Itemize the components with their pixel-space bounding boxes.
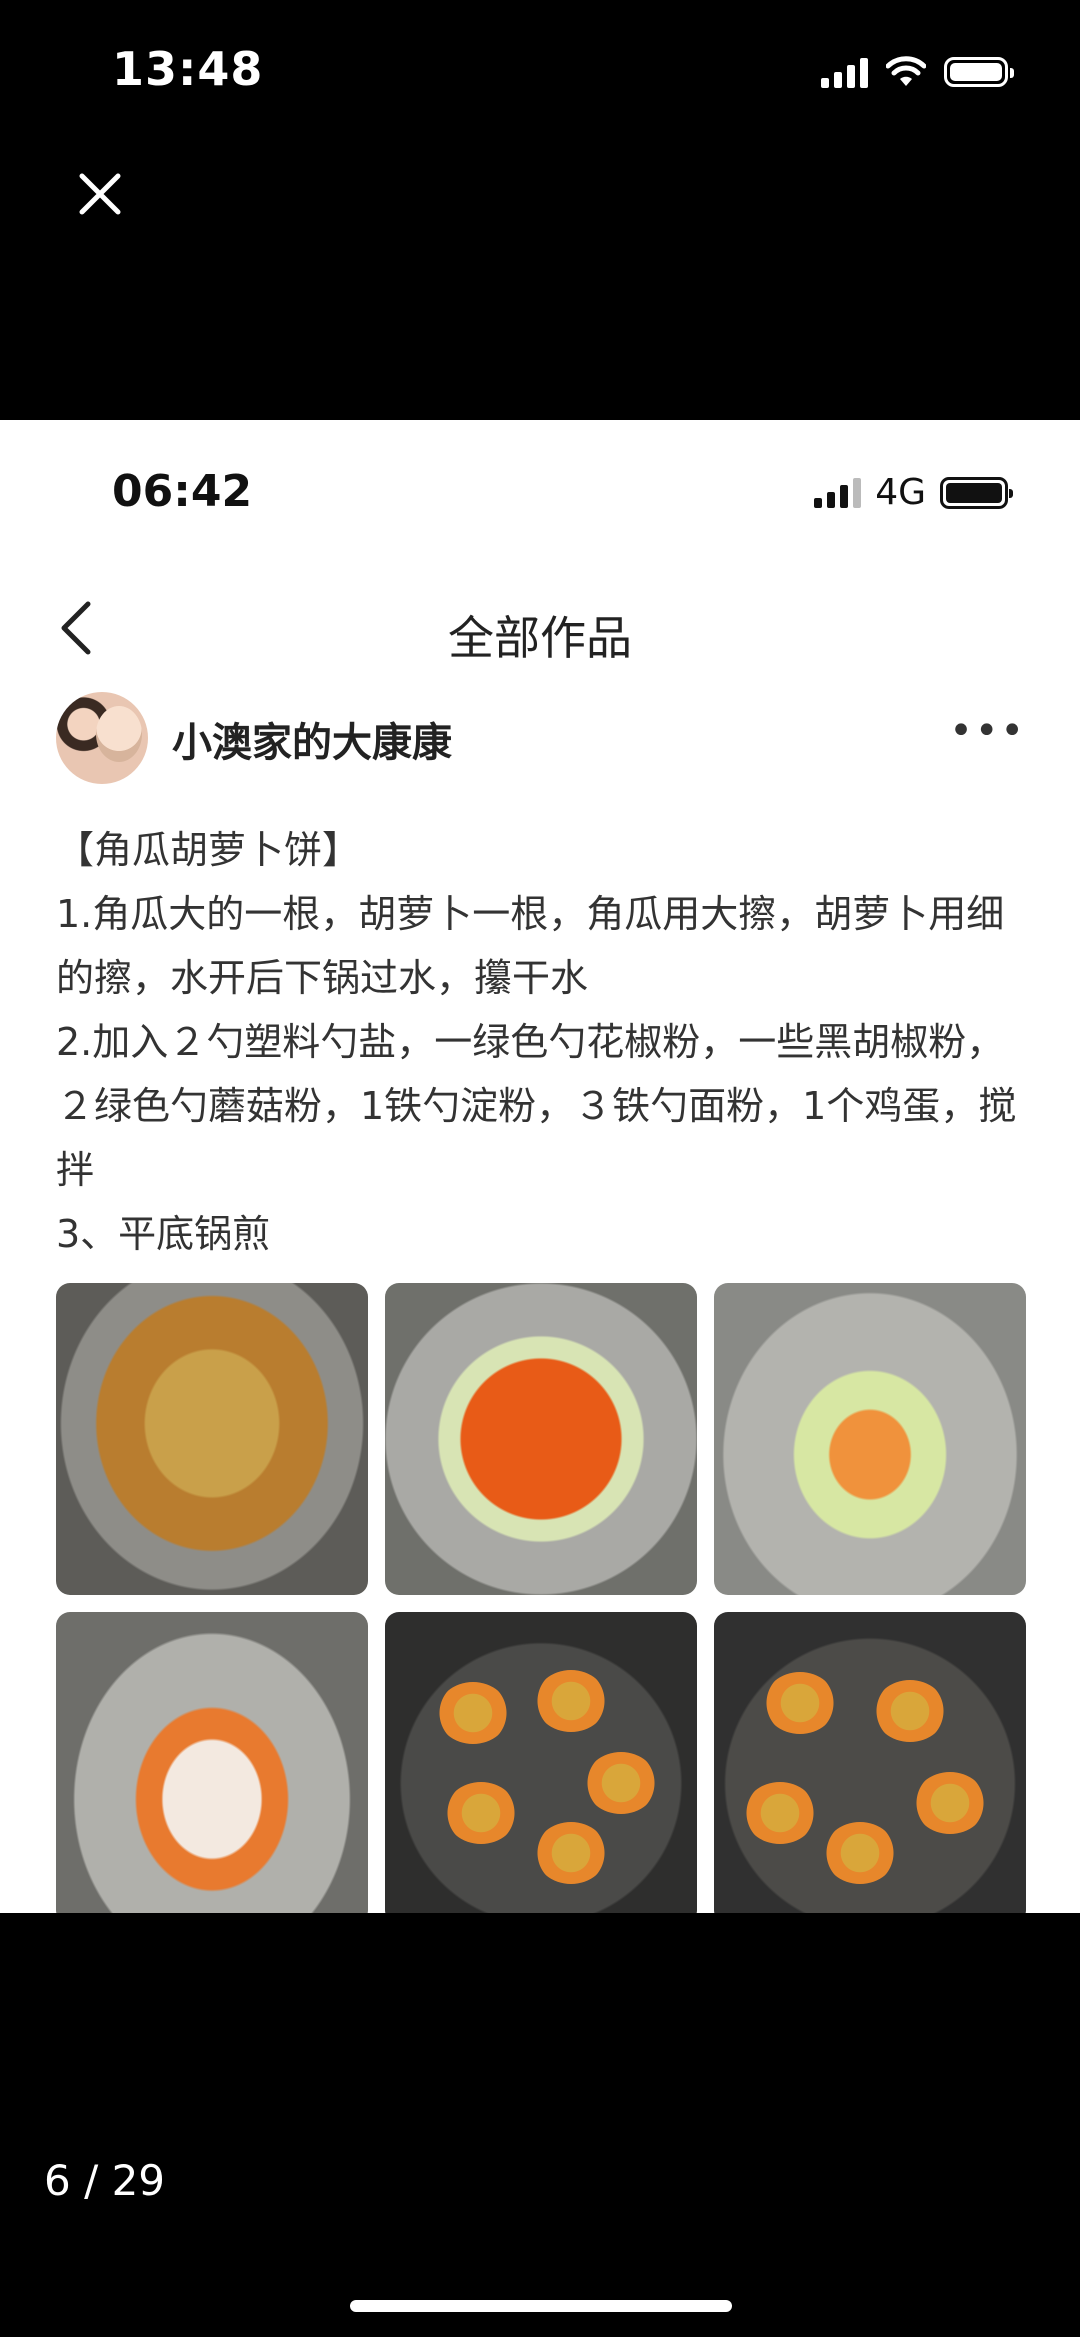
network-type: 4G (875, 472, 926, 513)
nav-bar: 全部作品 (0, 568, 1080, 688)
post-step-1: 1.角瓜大的一根，胡萝卜一根，角瓜用大擦，胡萝卜用细的擦，水开后下锅过水，攥干水 (56, 892, 1005, 1000)
inner-status-icons: 4G (814, 472, 1013, 513)
home-indicator[interactable] (350, 2300, 732, 2312)
close-icon[interactable] (74, 168, 126, 220)
inner-signal-icon (814, 477, 862, 508)
post-step-3: 3、平底锅煎 (56, 1212, 271, 1256)
viewer-status-bar: 13:48 (0, 0, 1080, 140)
post-text: 【角瓜胡萝卜饼】 1.角瓜大的一根，胡萝卜一根，角瓜用大擦，胡萝卜用细的擦，水开… (56, 818, 1026, 1266)
photo-grid (56, 1283, 1026, 1913)
wifi-icon (886, 56, 926, 86)
status-time: 13:48 (112, 42, 264, 96)
inner-status-time: 06:42 (112, 466, 253, 517)
photo-1[interactable] (56, 1283, 368, 1595)
photo-6[interactable] (714, 1612, 1026, 1913)
photo-4[interactable] (56, 1612, 368, 1913)
inner-status-bar: 06:42 4G (0, 420, 1080, 560)
image-content: 06:42 4G 全部作品 小澳家的大康康 ••• 【角瓜胡萝卜饼】 1.角瓜大… (0, 420, 1080, 1913)
inner-battery-icon (940, 476, 1013, 509)
photo-3[interactable] (714, 1283, 1026, 1595)
avatar[interactable] (56, 692, 148, 784)
photo-2[interactable] (385, 1283, 697, 1595)
signal-icon (821, 56, 868, 88)
author-row: 小澳家的大康康 ••• (56, 692, 1026, 792)
status-icons (821, 52, 1014, 92)
page-counter: 6 / 29 (44, 2156, 166, 2205)
more-options-icon[interactable]: ••• (949, 708, 1026, 754)
photo-5[interactable] (385, 1612, 697, 1913)
page-title: 全部作品 (448, 611, 632, 665)
post-title: 【角瓜胡萝卜饼】 (56, 828, 361, 872)
battery-icon (944, 57, 1014, 87)
post-step-2: 2.加入２勺塑料勺盐，一绿色勺花椒粉，一些黑胡椒粉，２绿色勺蘑菇粉，1铁勺淀粉，… (56, 1020, 1017, 1192)
author-name[interactable]: 小澳家的大康康 (172, 710, 452, 768)
